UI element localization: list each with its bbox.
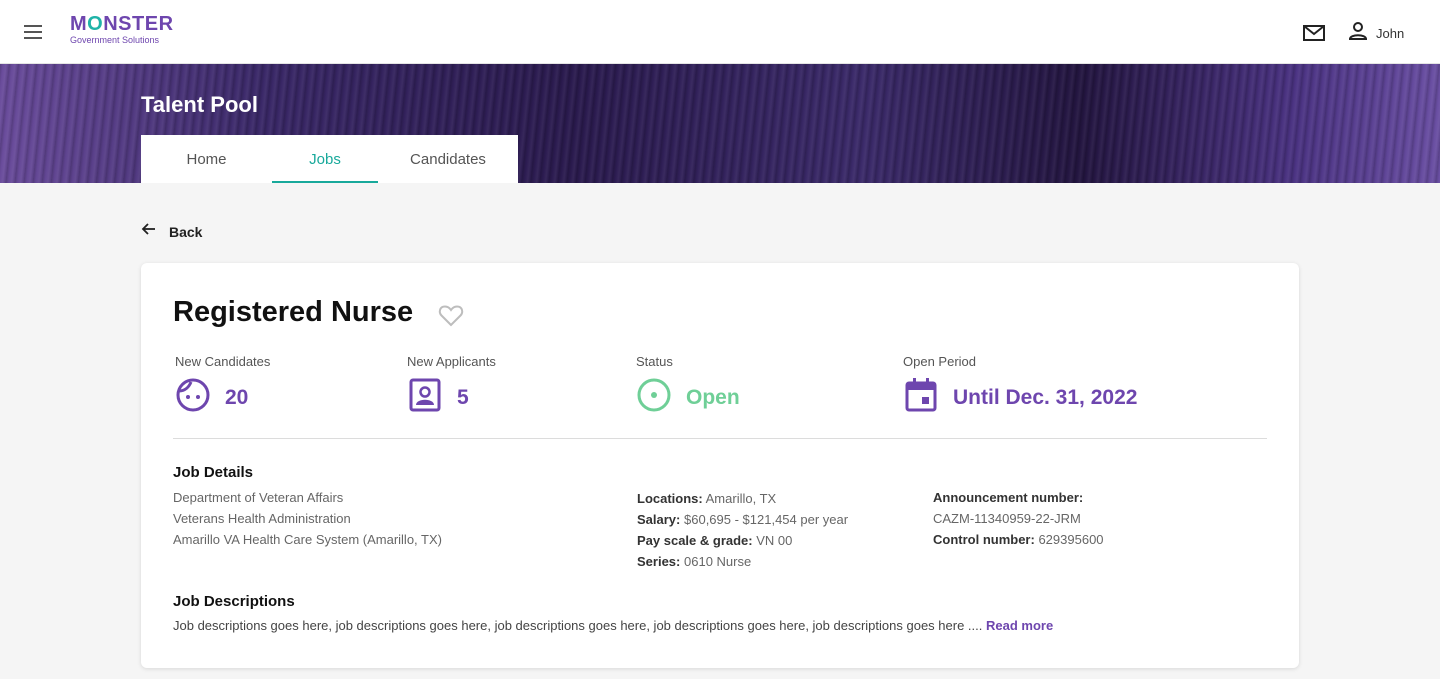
- contact-card-icon: [407, 377, 443, 418]
- stat-new-applicants: New Applicants 5: [407, 354, 496, 418]
- stat-value: Until Dec. 31, 2022: [953, 385, 1138, 409]
- back-button[interactable]: Back: [141, 221, 202, 242]
- org-line: Department of Veteran Affairs: [173, 490, 344, 505]
- control-number-row: Control number: 629395600: [933, 532, 1104, 547]
- series-row: Series: 0610 Nurse: [637, 554, 752, 569]
- job-descriptions-title: Job Descriptions: [173, 593, 295, 610]
- mail-icon[interactable]: [1301, 20, 1327, 46]
- menu-icon[interactable]: [20, 18, 48, 46]
- stat-new-candidates: New Candidates 20: [175, 354, 270, 418]
- tab-candidates[interactable]: Candidates: [378, 135, 518, 183]
- divider: [173, 438, 1267, 439]
- calendar-icon: [903, 377, 939, 418]
- org-line: Veterans Health Administration: [173, 511, 351, 526]
- tab-jobs[interactable]: Jobs: [272, 135, 378, 183]
- job-meta: Locations: Amarillo, TX Salary: $60,695 …: [637, 488, 848, 572]
- locations-row: Locations: Amarillo, TX: [637, 491, 777, 506]
- announcement-value: CAZM-11340959-22-JRM: [933, 511, 1081, 526]
- stat-status: Status Open: [636, 354, 740, 418]
- org-line: Amarillo VA Health Care System (Amarillo…: [173, 532, 442, 547]
- face-icon: [175, 377, 211, 418]
- job-card: Registered Nurse New Candidates 20 New A…: [141, 263, 1299, 668]
- org-info: Department of Veteran Affairs Veterans H…: [173, 487, 442, 550]
- back-label: Back: [169, 223, 203, 240]
- stat-value: 20: [225, 385, 249, 409]
- user-name: John: [1376, 25, 1405, 41]
- logo-wordmark: MONSTER: [70, 13, 174, 35]
- announcement-info: Announcement number: CAZM-11340959-22-JR…: [933, 487, 1104, 550]
- job-description: Job descriptions goes here, job descript…: [173, 618, 1053, 633]
- job-title: Registered Nurse: [173, 296, 414, 328]
- page-title: Talent Pool: [141, 92, 258, 117]
- salary-row: Salary: $60,695 - $121,454 per year: [637, 512, 849, 527]
- job-details-title: Job Details: [173, 464, 254, 481]
- heart-outline-icon[interactable]: [437, 301, 465, 329]
- stat-label: New Applicants: [407, 354, 496, 369]
- stat-label: Open Period: [903, 354, 976, 369]
- stat-label: Status: [636, 354, 673, 369]
- stat-open-period: Open Period Until Dec. 31, 2022: [903, 354, 1137, 418]
- top-bar: MONSTER Government Solutions John: [0, 0, 1440, 64]
- announcement-label: Announcement number:: [933, 490, 1084, 505]
- arrow-left-icon: [141, 221, 157, 242]
- description-text: Job descriptions goes here, job descript…: [173, 618, 983, 633]
- page-banner: Talent Pool Home Jobs Candidates: [0, 64, 1440, 183]
- stat-value: Open: [686, 385, 740, 409]
- tab-home[interactable]: Home: [141, 135, 272, 183]
- read-more-link[interactable]: Read more: [986, 618, 1053, 633]
- user-menu[interactable]: John: [1346, 20, 1404, 46]
- user-icon: [1346, 19, 1370, 48]
- logo-subtitle: Government Solutions: [70, 35, 160, 45]
- monster-logo[interactable]: MONSTER Government Solutions: [70, 14, 174, 45]
- tab-bar: Home Jobs Candidates: [141, 135, 518, 183]
- pay-scale-row: Pay scale & grade: VN 00: [637, 533, 793, 548]
- stat-value: 5: [457, 385, 469, 409]
- stat-label: New Candidates: [175, 354, 271, 369]
- status-dot-icon: [636, 377, 672, 418]
